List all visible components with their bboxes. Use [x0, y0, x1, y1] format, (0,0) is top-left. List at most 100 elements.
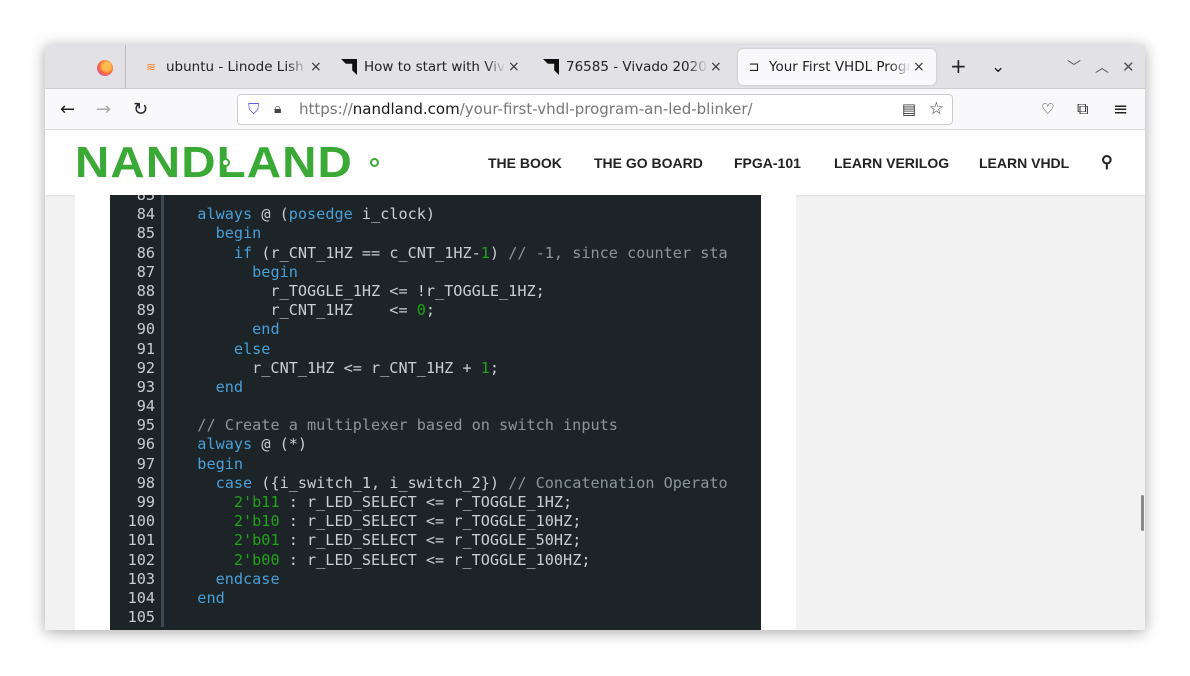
nandland-logo[interactable]: NANDLAND	[75, 138, 353, 188]
code-number: 1	[480, 358, 490, 377]
gutter-divider	[156, 493, 164, 513]
code-line: 97 begin	[110, 454, 728, 474]
tab-bar: ≋ ubuntu - Linode Lish ba × How to start…	[45, 45, 1145, 89]
code-line: 85 begin	[110, 224, 728, 244]
code-line: 87 begin	[110, 262, 728, 282]
code-keyword: end	[215, 377, 244, 396]
code-line: 92 r_CNT_1HZ <= r_CNT_1HZ + 1;	[110, 358, 728, 378]
code-line: 84 always @ (posedge i_clock)	[110, 205, 728, 225]
reload-icon[interactable]: ↻	[133, 99, 148, 120]
tab-vhdl-active[interactable]: ⊐ Your First VHDL Progra ×	[738, 49, 936, 85]
line-number: 95	[136, 416, 155, 435]
line-number: 87	[136, 262, 155, 281]
close-tab-icon[interactable]: ×	[710, 59, 722, 75]
list-tabs-chevron-icon[interactable]: ⌄	[991, 57, 1005, 77]
code-number: 2'b00	[233, 550, 280, 569]
code-line: 102 2'b00 : r_LED_SELECT <= r_TOGGLE_100…	[110, 550, 728, 570]
amd-icon	[341, 59, 357, 75]
code-keyword: end	[197, 588, 225, 607]
code-line: 100 2'b10 : r_LED_SELECT <= r_TOGGLE_10H…	[110, 512, 728, 532]
code-text: )	[489, 243, 509, 262]
line-number: 86	[136, 243, 155, 262]
code-number: 0	[416, 301, 426, 320]
amd-icon	[543, 59, 559, 75]
tab-vivado-76585[interactable]: 76585 - Vivado 2020.x - ×	[537, 49, 727, 85]
code-text: r_TOGGLE_1HZ <= !r_TOGGLE_1HZ;	[179, 281, 545, 300]
code-text: : r_LED_SELECT <= r_TOGGLE_1HZ;	[279, 493, 573, 511]
code-number: 2'b01	[233, 531, 280, 550]
code-line: 91 else	[110, 339, 728, 359]
divider	[125, 45, 126, 89]
search-icon[interactable]: ⚲	[1101, 152, 1113, 172]
url-bar[interactable]: ⛉ 🔒︎ https://nandland.com/your-first-vhd…	[237, 94, 953, 125]
line-number: 92	[136, 358, 155, 377]
tab-title: 76585 - Vivado 2020.x -	[566, 59, 708, 75]
code-text: r_CNT_1HZ <=	[179, 301, 417, 320]
code-comment: // Concatenation Operato	[508, 473, 728, 492]
gutter-divider	[156, 588, 164, 609]
tab-linode[interactable]: ≋ ubuntu - Linode Lish ba ×	[137, 49, 327, 85]
gutter-divider	[156, 512, 164, 532]
code-line: 94	[110, 397, 728, 417]
pocket-icon[interactable]: ♡	[1041, 100, 1054, 118]
lock-icon[interactable]: 🔒︎	[274, 95, 281, 124]
line-number: 102	[127, 550, 155, 569]
line-number: 103	[127, 569, 155, 588]
gutter-divider	[156, 416, 164, 436]
shield-icon[interactable]: ⛉	[248, 95, 259, 124]
logo-connector-dot	[221, 158, 230, 167]
new-tab-button[interactable]: +	[950, 54, 967, 78]
nav-fpga-101[interactable]: FPGA-101	[734, 155, 801, 171]
tab-vivado-start[interactable]: How to start with Vivad ×	[335, 49, 525, 85]
code-keyword: if	[233, 243, 253, 262]
line-number: 94	[136, 397, 155, 416]
gutter-divider	[156, 397, 164, 417]
nav-the-go-board[interactable]: THE GO BOARD	[594, 155, 703, 171]
code-line: 83	[110, 195, 728, 206]
logo-connector-dot	[370, 158, 379, 167]
code-number: 2'b10	[233, 512, 280, 531]
maximize-icon[interactable]: ︿	[1095, 57, 1109, 77]
bookmark-star-icon[interactable]: ☆	[929, 95, 944, 124]
close-tab-icon[interactable]: ×	[310, 59, 322, 75]
code-text: : r_LED_SELECT <= r_TOGGLE_100HZ;	[279, 550, 591, 569]
nav-learn-vhdl[interactable]: LEARN VHDL	[979, 155, 1069, 171]
code-line: 88 r_TOGGLE_1HZ <= !r_TOGGLE_1HZ;	[110, 281, 728, 302]
url-host: nandland.com	[352, 100, 460, 118]
code-keyword: end	[252, 320, 280, 339]
tab-title: Your First VHDL Progra	[769, 59, 911, 75]
code-line: 103 endcase	[110, 569, 728, 589]
code-text: (r_CNT_1HZ == c_CNT_1HZ-	[252, 243, 481, 262]
close-window-icon[interactable]: ✕	[1122, 58, 1135, 76]
nav-bar: ← → ↻ ⛉ 🔒︎ https://nandland.com/your-fir…	[45, 89, 1145, 130]
close-tab-icon[interactable]: ×	[508, 59, 520, 75]
line-number: 85	[136, 224, 155, 243]
close-tab-icon[interactable]: ×	[913, 59, 925, 75]
nav-learn-verilog[interactable]: LEARN VERILOG	[834, 155, 949, 171]
back-icon[interactable]: ←	[60, 99, 75, 120]
gutter-divider	[156, 195, 164, 206]
code-text: @ (*)	[252, 435, 308, 454]
code-keyword: always	[197, 435, 253, 454]
code-keyword: endcase	[215, 569, 280, 588]
gutter-divider	[156, 339, 164, 359]
line-number: 99	[136, 493, 155, 511]
forward-icon[interactable]: →	[96, 99, 111, 120]
scrollbar-thumb[interactable]	[1141, 495, 1144, 531]
code-number: 1	[480, 243, 490, 262]
minimize-icon[interactable]: ﹀	[1067, 57, 1081, 77]
menu-icon[interactable]: ≡	[1113, 99, 1128, 120]
gutter-divider	[156, 454, 164, 474]
code-keyword: always	[197, 205, 253, 224]
extensions-icon[interactable]: ⧉	[1077, 99, 1088, 119]
code-text: ;	[425, 301, 436, 320]
gutter-divider	[156, 243, 164, 263]
nav-the-book[interactable]: THE BOOK	[488, 155, 562, 171]
line-number: 104	[127, 588, 155, 607]
reader-view-icon[interactable]: ▤	[902, 95, 916, 124]
